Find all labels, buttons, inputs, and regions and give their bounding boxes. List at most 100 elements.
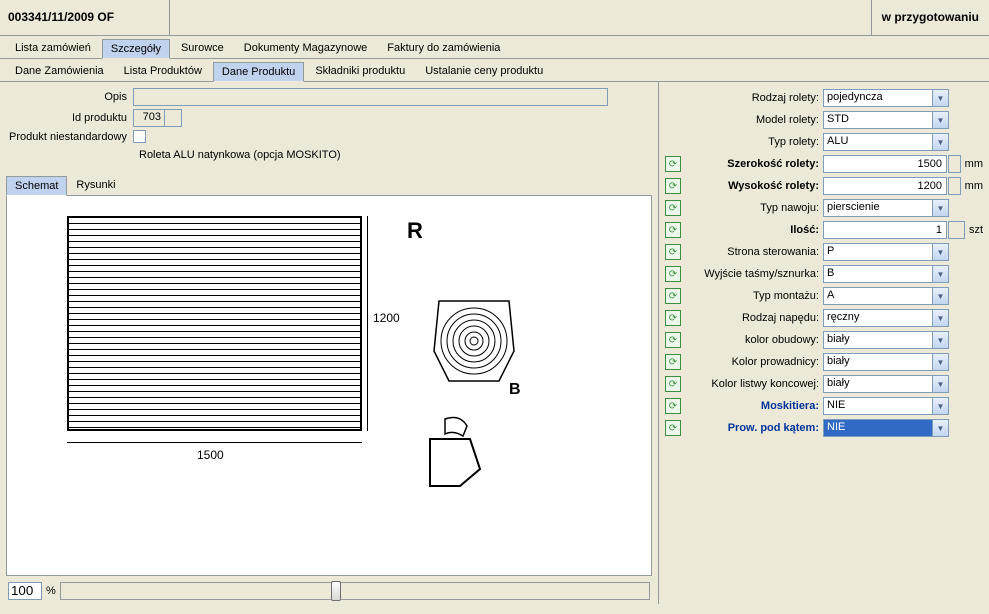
- chevron-down-icon[interactable]: ▼: [932, 89, 949, 107]
- refresh-icon[interactable]: ⟳: [665, 244, 681, 260]
- roll-spiral-icon: [429, 291, 519, 391]
- property-row: ⟳Wysokość rolety:mm: [665, 176, 983, 196]
- property-combo[interactable]: pierscienie▼: [823, 199, 949, 217]
- unit-label: mm: [965, 180, 983, 192]
- property-label: Szerokość rolety:: [685, 158, 823, 170]
- combo-value[interactable]: biały: [823, 375, 932, 393]
- property-row: ⟳ Rodzaj napędu:ręczny▼: [665, 308, 983, 328]
- combo-value[interactable]: ręczny: [823, 309, 932, 327]
- combo-value[interactable]: biały: [823, 331, 932, 349]
- combo-value[interactable]: biały: [823, 353, 932, 371]
- refresh-icon[interactable]: ⟳: [665, 222, 681, 238]
- refresh-icon[interactable]: ⟳: [665, 200, 681, 216]
- sub-tabs: Dane ZamówieniaLista ProduktówDane Produ…: [0, 59, 989, 82]
- main-tab[interactable]: Dokumenty Magazynowe: [235, 38, 377, 58]
- ext-button[interactable]: [948, 155, 961, 173]
- property-combo[interactable]: P▼: [823, 243, 949, 261]
- idproduktu-label: Id produktu: [6, 112, 133, 124]
- refresh-icon[interactable]: ⟳: [665, 420, 681, 436]
- combo-value[interactable]: pierscienie: [823, 199, 932, 217]
- ext-button[interactable]: [948, 177, 961, 195]
- property-combo[interactable]: NIE▼: [823, 397, 949, 415]
- property-combo[interactable]: B▼: [823, 265, 949, 283]
- property-row: Typ rolety:ALU▼: [665, 132, 983, 152]
- sub-tab[interactable]: Ustalanie ceny produktu: [416, 61, 552, 81]
- sub-tab[interactable]: Dane Produktu: [213, 62, 304, 82]
- chevron-down-icon[interactable]: ▼: [932, 353, 949, 371]
- refresh-icon[interactable]: ⟳: [665, 156, 681, 172]
- combo-value[interactable]: pojedyncza: [823, 89, 932, 107]
- product-form: Opis Id produktu 703 Produkt niestandard…: [6, 88, 652, 171]
- main-tab[interactable]: Szczegóły: [102, 39, 170, 59]
- combo-value[interactable]: A: [823, 287, 932, 305]
- zoom-percent: %: [46, 585, 56, 597]
- chevron-down-icon[interactable]: ▼: [932, 243, 949, 261]
- property-combo[interactable]: ALU▼: [823, 133, 949, 151]
- property-combo[interactable]: STD▼: [823, 111, 949, 129]
- combo-value[interactable]: STD: [823, 111, 932, 129]
- sub-tab[interactable]: Lista Produktów: [115, 61, 211, 81]
- roller-body: [67, 216, 362, 431]
- chevron-down-icon[interactable]: ▼: [932, 331, 949, 349]
- property-input[interactable]: [823, 155, 947, 173]
- schematic-canvas: 1200 1500 R B: [6, 196, 652, 576]
- idproduktu-input[interactable]: 703: [133, 109, 165, 127]
- combo-value[interactable]: NIE: [823, 397, 932, 415]
- property-label: Rodzaj napędu:: [685, 312, 823, 324]
- property-row: ⟳ Strona sterowania:P▼: [665, 242, 983, 262]
- property-row: ⟳Szerokość rolety:mm: [665, 154, 983, 174]
- main-tab[interactable]: Lista zamówień: [6, 38, 100, 58]
- property-combo[interactable]: biały▼: [823, 353, 949, 371]
- combo-value[interactable]: B: [823, 265, 932, 283]
- main-tab[interactable]: Surowce: [172, 38, 233, 58]
- chevron-down-icon[interactable]: ▼: [932, 309, 949, 327]
- refresh-icon[interactable]: ⟳: [665, 288, 681, 304]
- combo-value[interactable]: NIE: [823, 419, 932, 437]
- chevron-down-icon[interactable]: ▼: [932, 397, 949, 415]
- zoom-slider-thumb[interactable]: [331, 581, 341, 601]
- refresh-icon[interactable]: ⟳: [665, 398, 681, 414]
- refresh-icon[interactable]: ⟳: [665, 376, 681, 392]
- opis-input[interactable]: [133, 88, 608, 106]
- property-combo[interactable]: ręczny▼: [823, 309, 949, 327]
- chevron-down-icon[interactable]: ▼: [932, 133, 949, 151]
- property-input[interactable]: [823, 221, 947, 239]
- chevron-down-icon[interactable]: ▼: [932, 111, 949, 129]
- chevron-down-icon[interactable]: ▼: [932, 375, 949, 393]
- refresh-icon[interactable]: ⟳: [665, 332, 681, 348]
- idproduktu-extra[interactable]: [165, 109, 182, 127]
- property-combo[interactable]: biały▼: [823, 375, 949, 393]
- schema-tab[interactable]: Rysunki: [67, 175, 124, 195]
- chevron-down-icon[interactable]: ▼: [932, 199, 949, 217]
- property-combo[interactable]: biały▼: [823, 331, 949, 349]
- chevron-down-icon[interactable]: ▼: [932, 419, 949, 437]
- property-combo[interactable]: NIE▼: [823, 419, 949, 437]
- chevron-down-icon[interactable]: ▼: [932, 287, 949, 305]
- refresh-icon[interactable]: ⟳: [665, 354, 681, 370]
- combo-value[interactable]: P: [823, 243, 932, 261]
- sub-tab[interactable]: Składniki produktu: [306, 61, 414, 81]
- property-label: Kolor listwy koncowej:: [685, 378, 823, 390]
- schema-tab[interactable]: Schemat: [6, 176, 67, 196]
- sub-tab[interactable]: Dane Zamówienia: [6, 61, 113, 81]
- refresh-icon[interactable]: ⟳: [665, 178, 681, 194]
- ext-button[interactable]: [948, 221, 965, 239]
- property-combo[interactable]: A▼: [823, 287, 949, 305]
- property-label: Strona sterowania:: [685, 246, 823, 258]
- main-tab[interactable]: Faktury do zamówienia: [378, 38, 509, 58]
- refresh-icon[interactable]: ⟳: [665, 266, 681, 282]
- combo-value[interactable]: ALU: [823, 133, 932, 151]
- main-tabs: Lista zamówieńSzczegółySurowceDokumenty …: [0, 36, 989, 59]
- chevron-down-icon[interactable]: ▼: [932, 265, 949, 283]
- left-pane: Opis Id produktu 703 Produkt niestandard…: [0, 82, 659, 604]
- property-input[interactable]: [823, 177, 947, 195]
- refresh-icon[interactable]: ⟳: [665, 310, 681, 326]
- property-label: Rodzaj rolety:: [685, 92, 823, 104]
- property-row: ⟳Ilość:szt: [665, 220, 983, 240]
- zoom-input[interactable]: [8, 582, 42, 600]
- nonstd-checkbox[interactable]: [133, 130, 146, 143]
- order-number: 003341/11/2009 OF: [0, 0, 170, 35]
- property-label: Typ montażu:: [685, 290, 823, 302]
- zoom-slider[interactable]: [60, 582, 650, 600]
- property-combo[interactable]: pojedyncza▼: [823, 89, 949, 107]
